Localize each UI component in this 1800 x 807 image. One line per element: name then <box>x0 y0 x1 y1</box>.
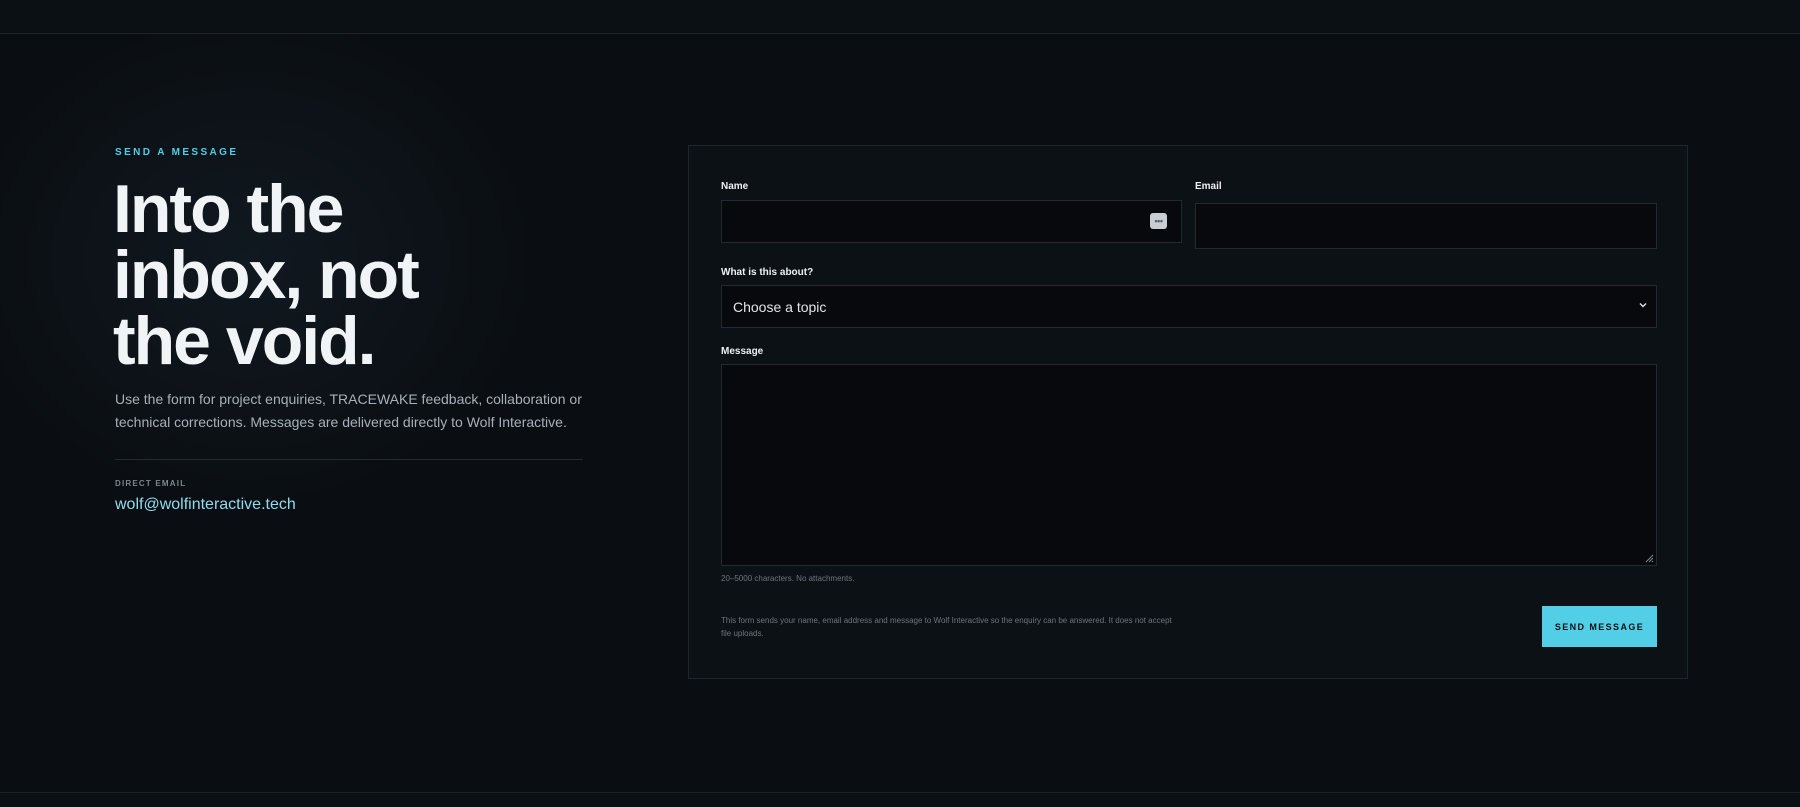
topic-label: What is this about? <box>721 267 814 278</box>
name-label: Name <box>721 181 749 192</box>
privacy-note: This form sends your name, email address… <box>721 616 1172 638</box>
resize-grip-icon[interactable] <box>1644 553 1654 563</box>
headline-line-3: the void. <box>113 303 377 379</box>
email-label: Email <box>1195 181 1222 192</box>
topic-selected-value: Choose a topic <box>733 299 827 315</box>
intro-paragraph: Use the form for project enquiries, TRAC… <box>115 391 582 430</box>
name-field-wrapper: ••• <box>721 200 1182 243</box>
footer-rule <box>0 792 1800 807</box>
email-input[interactable] <box>1196 204 1656 248</box>
section-eyebrow: SEND A MESSAGE <box>115 147 239 158</box>
message-textarea[interactable] <box>722 365 1656 565</box>
message-label: Message <box>721 346 764 357</box>
chevron-down-icon <box>1639 303 1647 308</box>
autofill-key-icon[interactable]: ••• <box>1150 213 1167 229</box>
topic-select[interactable]: Choose a topic <box>721 285 1657 328</box>
direct-email-label: DIRECT EMAIL <box>115 479 187 488</box>
contact-page: SEND A MESSAGE Into the inbox, not the v… <box>0 0 1800 807</box>
headline-line-2: inbox, not <box>113 237 420 313</box>
page-headline: Into the inbox, not the void. <box>113 175 533 375</box>
headline-line-1: Into the <box>113 171 345 247</box>
send-message-button[interactable]: SEND MESSAGE <box>1542 606 1657 647</box>
name-input[interactable] <box>722 201 1181 242</box>
contact-form: Name ••• Email What is this about? Choos… <box>688 145 1688 679</box>
message-hint: 20–5000 characters. No attachments. <box>721 574 855 583</box>
email-field-wrapper <box>1195 203 1657 249</box>
direct-email-link[interactable]: wolf@wolfinteractive.tech <box>115 496 296 514</box>
section-divider <box>115 459 583 460</box>
top-bar <box>0 0 1800 34</box>
message-field-wrapper <box>721 364 1657 566</box>
